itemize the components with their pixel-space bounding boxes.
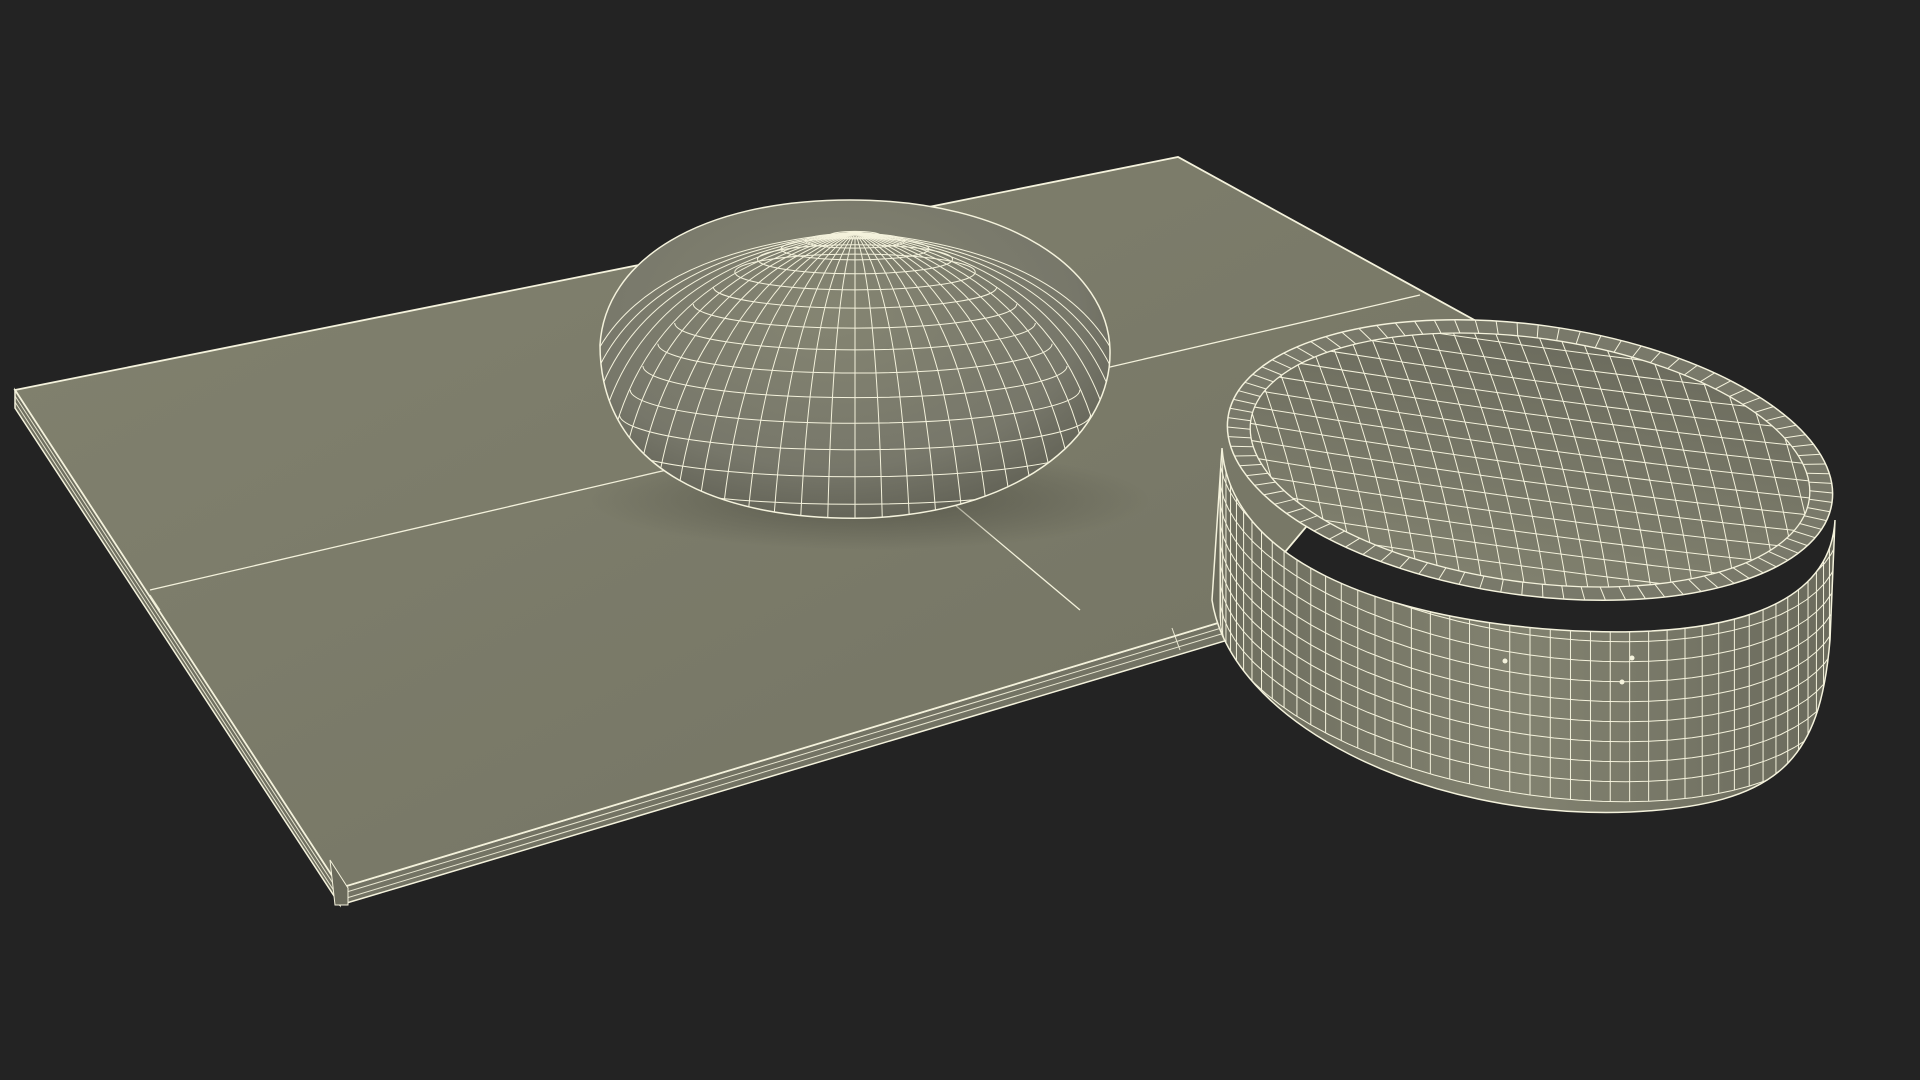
- basket-rivet: [1629, 655, 1635, 661]
- proofing-basket: [1211, 299, 1836, 814]
- basket-rivet: [1502, 658, 1508, 664]
- basket-rim-tick: [1516, 322, 1519, 336]
- basket-rivet: [1619, 679, 1625, 685]
- scene-canvas: [13, 156, 1836, 908]
- basket-rim-tick: [1541, 584, 1544, 598]
- render-viewport: [0, 0, 1920, 1080]
